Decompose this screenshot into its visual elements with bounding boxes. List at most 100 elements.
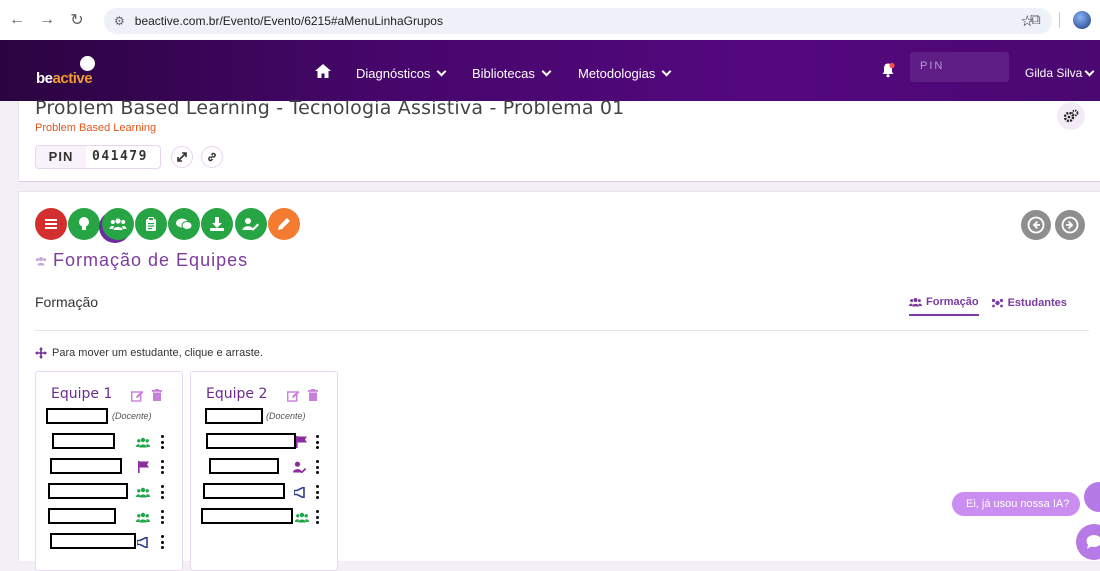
tab-estudantes[interactable]: Estudantes <box>991 296 1067 316</box>
team-formation-card: Formação de Equipes Formação Formação Es… <box>18 191 1100 561</box>
user-edit-icon[interactable] <box>235 208 267 240</box>
forward-arrow-icon[interactable]: → <box>36 9 58 31</box>
kebab-menu-icon[interactable] <box>160 535 164 549</box>
event-title: Problem Based Learning - Tecnologia Assi… <box>35 97 624 119</box>
member-row[interactable] <box>36 533 184 553</box>
nav-bibliotecas[interactable]: Bibliotecas <box>472 66 550 81</box>
chevron-down-icon <box>541 67 551 77</box>
event-methodology: Problem Based Learning <box>35 122 156 134</box>
megaphone-icon <box>137 535 149 553</box>
ai-chat-bubble[interactable]: Ei, já usou nossa IA? <box>952 492 1080 516</box>
home-icon[interactable] <box>314 63 332 84</box>
member-row[interactable] <box>191 508 339 528</box>
next-arrow-icon[interactable] <box>1055 210 1085 240</box>
tab-formacao-label: Formação <box>926 296 979 308</box>
trash-icon[interactable] <box>308 388 318 406</box>
logo-active-text: active <box>53 70 93 87</box>
member-row[interactable] <box>36 483 184 503</box>
tab-formacao[interactable]: Formação <box>909 296 979 316</box>
lightbulb-icon[interactable] <box>68 208 100 240</box>
users-icon <box>295 510 309 528</box>
trash-icon[interactable] <box>152 388 162 406</box>
redacted-name <box>206 433 296 449</box>
kebab-menu-icon[interactable] <box>160 435 164 449</box>
redacted-name <box>50 458 122 474</box>
kebab-menu-icon[interactable] <box>315 485 319 499</box>
users-icon <box>136 510 150 528</box>
user-name: Gilda Silva <box>1025 66 1082 80</box>
drag-hint-text: Para mover um estudante, clique e arrast… <box>52 347 263 359</box>
member-row[interactable] <box>36 458 184 478</box>
settings-gears-icon[interactable] <box>1057 102 1085 130</box>
link-icon[interactable] <box>201 146 223 168</box>
event-info-card: Problem Based Learning - Tecnologia Assi… <box>18 101 1100 182</box>
extensions-icon[interactable]: ⧉ <box>1030 11 1041 28</box>
move-arrows-icon <box>35 347 47 359</box>
menu-icon[interactable] <box>35 208 67 240</box>
pencil-icon[interactable] <box>268 208 300 240</box>
user-menu[interactable]: Gilda Silva <box>1025 66 1093 80</box>
beactive-logo[interactable]: beactive <box>36 70 92 87</box>
redacted-name <box>203 483 285 499</box>
pin-value: 041479 <box>86 146 160 168</box>
logo-dot-icon <box>80 56 95 71</box>
expand-icon[interactable] <box>171 146 193 168</box>
download-icon[interactable] <box>201 208 233 240</box>
profile-avatar[interactable] <box>1073 11 1091 29</box>
activity-toolbar <box>35 208 301 240</box>
redacted-name <box>209 458 279 474</box>
users-icon[interactable] <box>102 208 134 240</box>
redacted-name <box>52 433 115 449</box>
redacted-name <box>48 508 116 524</box>
users-icon <box>136 435 150 453</box>
redacted-name <box>48 483 128 499</box>
section-divider <box>35 330 1089 331</box>
notification-bell-icon[interactable] <box>880 62 896 83</box>
users-icon <box>35 250 47 271</box>
nav-diagnosticos[interactable]: Diagnósticos <box>356 66 445 81</box>
kebab-menu-icon[interactable] <box>315 435 319 449</box>
kebab-menu-icon[interactable] <box>160 510 164 524</box>
member-row[interactable] <box>191 483 339 503</box>
students-icon <box>991 298 1004 308</box>
browser-toolbar: ← → ↻ ⚙ beactive.com.br/Evento/Evento/62… <box>0 0 1100 40</box>
kebab-menu-icon[interactable] <box>160 460 164 474</box>
nav-metodologias[interactable]: Metodologias <box>578 66 670 81</box>
chevron-down-icon <box>437 67 447 77</box>
member-row[interactable] <box>36 508 184 528</box>
flag-icon <box>296 435 308 453</box>
previous-arrow-icon[interactable] <box>1021 210 1051 240</box>
team-card-1[interactable]: Equipe 1 (Docente) <box>35 371 183 571</box>
toolbar-divider <box>1059 12 1060 28</box>
kebab-menu-icon[interactable] <box>160 485 164 499</box>
users-icon <box>136 485 150 503</box>
member-row[interactable] <box>36 433 184 453</box>
pin-input[interactable]: PIN <box>910 52 1009 82</box>
redacted-name <box>205 408 263 424</box>
team-name: Equipe 1 <box>51 386 112 402</box>
section-title: Formação de Equipes <box>35 250 248 271</box>
site-settings-icon[interactable]: ⚙ <box>114 14 125 28</box>
docente-row: (Docente) <box>36 408 184 428</box>
kebab-menu-icon[interactable] <box>315 460 319 474</box>
comments-icon[interactable] <box>168 208 200 240</box>
address-bar[interactable]: ⚙ beactive.com.br/Evento/Evento/6215#aMe… <box>104 8 1052 34</box>
edit-icon[interactable] <box>287 389 300 407</box>
nav-metodologias-label: Metodologias <box>578 66 655 81</box>
user-edit-icon <box>293 460 307 478</box>
flag-icon <box>138 460 150 478</box>
clipboard-icon[interactable] <box>135 208 167 240</box>
member-row[interactable] <box>191 433 339 453</box>
reload-icon[interactable]: ↻ <box>66 9 88 31</box>
nav-bibliotecas-label: Bibliotecas <box>472 66 535 81</box>
nav-diagnosticos-label: Diagnósticos <box>356 66 430 81</box>
section-title-text: Formação de Equipes <box>53 250 248 271</box>
back-arrow-icon[interactable]: ← <box>6 9 28 31</box>
edit-icon[interactable] <box>131 389 144 407</box>
logo-be-text: be <box>36 70 53 87</box>
kebab-menu-icon[interactable] <box>315 510 319 524</box>
team-card-2[interactable]: Equipe 2 (Docente) <box>190 371 338 571</box>
url-text: beactive.com.br/Evento/Evento/6215#aMenu… <box>135 14 443 28</box>
megaphone-icon <box>294 485 306 503</box>
member-row[interactable] <box>191 458 339 478</box>
